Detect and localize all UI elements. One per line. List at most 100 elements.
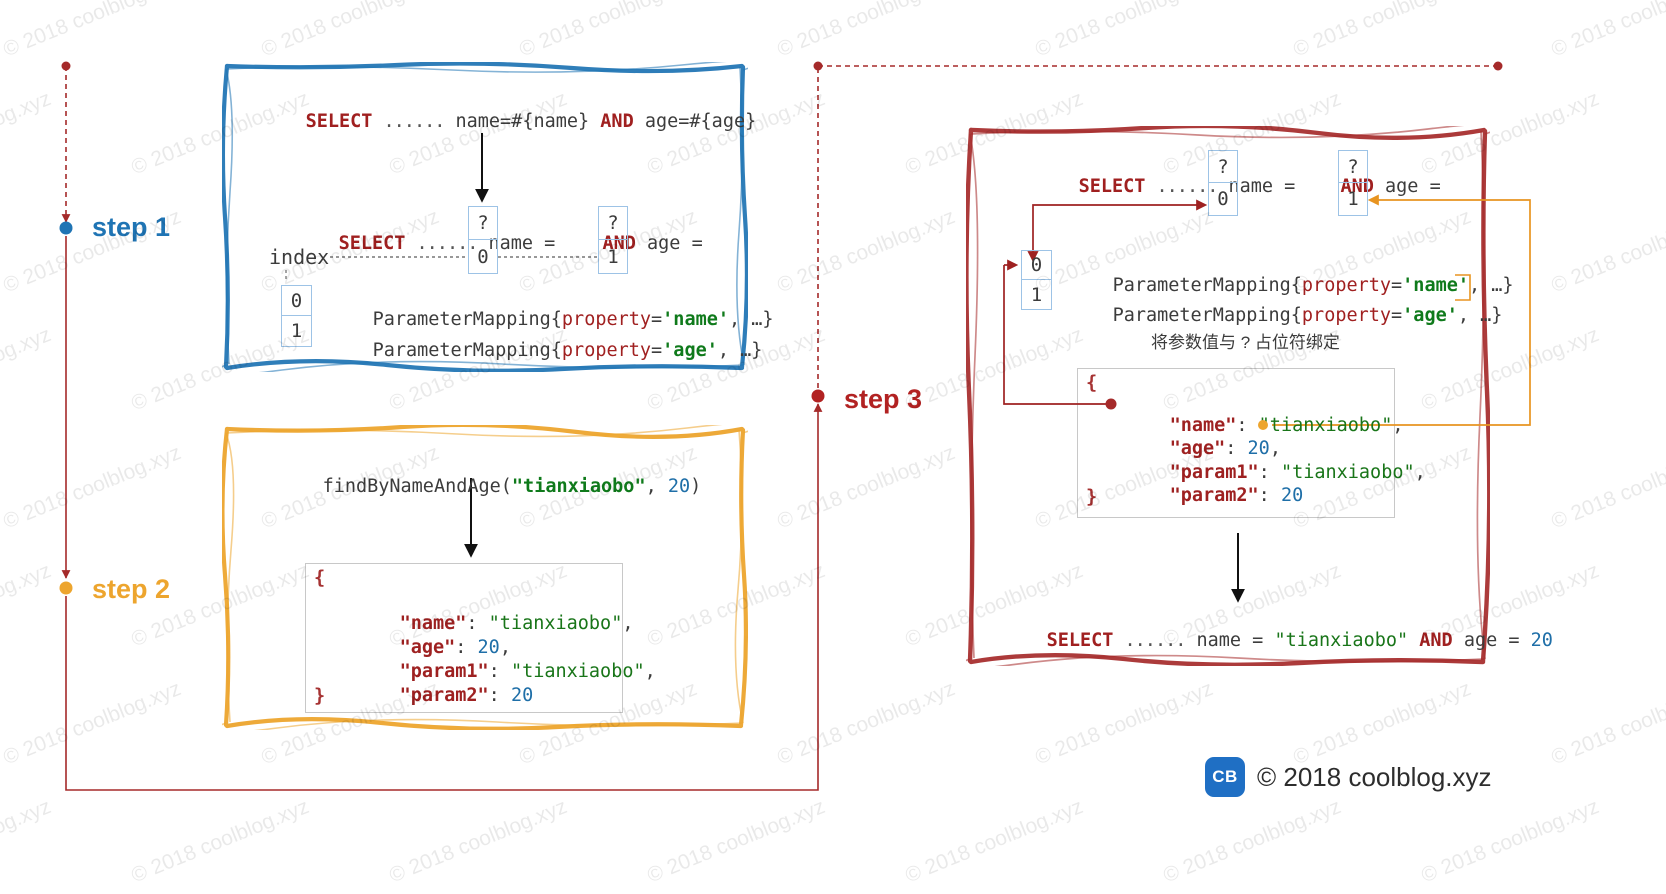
step-label-3: step 3 [844,384,923,414]
mapping-suffix: , …} [1457,305,1503,326]
final-age-value: 20 [1530,630,1553,651]
watermark-text: © 2018 coolblog.xyz [902,795,1087,888]
sql-name-clause: name=#{name} [444,111,601,132]
mapping-prefix: ParameterMapping{ [372,340,562,361]
final-keyword-select: SELECT [1046,630,1114,651]
step3-mapping-index-0: 0 [1021,250,1052,280]
method-close-paren: ) [690,476,702,497]
watermark-text: © 2018 coolblog.xyz [1032,677,1217,770]
step-label-1: step 1 [92,212,171,242]
watermark-text: © 2018 coolblog.xyz [1548,441,1666,534]
watermark-text: © 2018 coolblog.xyz [1548,0,1666,62]
watermark-text: © 2018 coolblog.xyz [516,0,701,62]
watermark-text: © 2018 coolblog.xyz [644,795,829,888]
method-arg-1: "tianxiaobo" [511,476,646,497]
step3-mapping-index-1: 1 [1021,280,1052,310]
step2-bullet [59,581,73,595]
sql3-keyword-select: SELECT [1078,176,1146,197]
mapping-property-kw: property [561,340,652,361]
watermark-text: © 2018 coolblog.xyz [0,87,55,179]
step1-mapping-row-1: ParameterMapping{property='age', …} [328,319,763,382]
sql2-keyword-select: SELECT [338,233,406,254]
step1-bullet [59,221,73,235]
final-ellipsis: ...... [1124,630,1187,651]
step2-json-open: { [314,568,326,589]
step3-placeholder-cell-0-index: 0 [1208,183,1238,216]
json-sep: : [1258,485,1281,506]
step1-index-label: index [269,245,330,269]
step1-sql-placeholders: SELECT ...... name = AND age = [294,212,714,275]
watermark-text: © 2018 coolblog.xyz [1290,0,1475,62]
watermark-text: © 2018 coolblog.xyz [774,677,959,770]
watermark-text: © 2018 coolblog.xyz [0,441,185,534]
json-trail: , [1392,415,1404,436]
watermark-text: © 2018 coolblog.xyz [0,323,55,415]
step-label-2: step 2 [92,574,171,604]
step1-placeholder-cell-1-index: 1 [598,240,628,274]
mapping-suffix: , …} [717,340,763,361]
step3-sql-placeholders: SELECT ...... name = AND age = [1034,155,1452,218]
watermark-text: © 2018 coolblog.xyz [1160,795,1345,888]
mapping-eq: = [1391,305,1403,326]
final-keyword-and: AND [1419,630,1453,651]
copyright-text: © 2018 coolblog.xyz [1257,761,1492,792]
footer: CB © 2018 coolblog.xyz [1205,757,1492,797]
final-name-clause: name = [1185,630,1275,651]
step3-placeholder-cell-0-qmark: ? [1208,150,1238,183]
watermark-text: © 2018 coolblog.xyz [386,795,571,888]
step2-json-close: } [314,686,326,707]
sql2-age-clause: age = [635,233,714,254]
json-value: 20 [1280,485,1304,506]
final-age-clause: age = [1452,630,1531,651]
step3-placeholder-cell-1-index: 1 [1338,183,1368,216]
mapping-prefix: ParameterMapping{ [1112,305,1302,326]
step3-bullet [811,389,825,403]
mapping-eq: = [651,340,663,361]
step2-method-call: findByNameAndAge("tianxiaobo", 20) [278,455,702,518]
step1-sql-template: SELECT ...... name=#{name} AND age=#{age… [261,90,757,153]
step3-json-open: { [1086,373,1098,394]
json-sep: : [488,685,511,706]
watermark-text: © 2018 coolblog.xyz [774,441,959,534]
json-trail: , [644,661,656,682]
coolblog-logo-icon: CB [1205,757,1245,797]
watermark-text: © 2018 coolblog.xyz [0,795,55,887]
method-name: findByNameAndAge( [322,476,512,497]
watermark-text: © 2018 coolblog.xyz [774,0,959,62]
step1-placeholder-cell-0-index: 0 [468,240,498,274]
watermark-text: © 2018 coolblog.xyz [1418,795,1603,888]
sql3-age-clause: age = [1373,176,1452,197]
watermark-text: © 2018 coolblog.xyz [1548,205,1666,298]
watermark-text: © 2018 coolblog.xyz [258,0,443,62]
step3-json-entry-3: "param2": 20 [1125,464,1304,527]
watermark-text: © 2018 coolblog.xyz [0,677,185,770]
spine-top-dot [813,61,823,71]
watermark-text: © 2018 coolblog.xyz [128,795,313,888]
watermark-text: © 2018 coolblog.xyz [774,205,959,298]
json-key: "param2" [1169,485,1259,506]
json-value: 20 [510,685,534,706]
step2-json-entry-3: "param2": 20 [355,664,534,727]
sql-ellipsis: ...... [383,111,446,132]
watermark-text: © 2018 coolblog.xyz [1548,677,1666,770]
mapping-value: 'age' [662,340,718,361]
step1-placeholder-cell-1-qmark: ? [598,206,628,240]
step3-final-sql: SELECT ...... name = "tianxiaobo" AND ag… [1002,609,1553,672]
json-trail: , [622,613,634,634]
method-arg-2: 20 [667,476,691,497]
step1-placeholder-cell-0-qmark: ? [468,206,498,240]
watermark-text: © 2018 coolblog.xyz [0,559,55,651]
watermark-text: © 2018 coolblog.xyz [1032,0,1217,62]
mapping-property-kw: property [1301,305,1392,326]
final-name-value: "tianxiaobo" [1274,630,1409,651]
mapping-value: 'age' [1402,305,1458,326]
diagram-canvas: © 2018 coolblog.xyz © 2018 coolblog.xyz © … [0,0,1666,894]
watermark-text: © 2018 coolblog.xyz [0,0,185,62]
sql-age-clause: age=#{age} [633,111,757,132]
sql-keyword-and: AND [600,111,634,132]
step3-placeholder-cell-1-qmark: ? [1338,150,1368,183]
step3-json-close: } [1086,487,1098,508]
spine-start-dot [61,61,71,71]
sql-keyword-select: SELECT [305,111,373,132]
step1-mapping-index-1: 1 [281,316,312,347]
